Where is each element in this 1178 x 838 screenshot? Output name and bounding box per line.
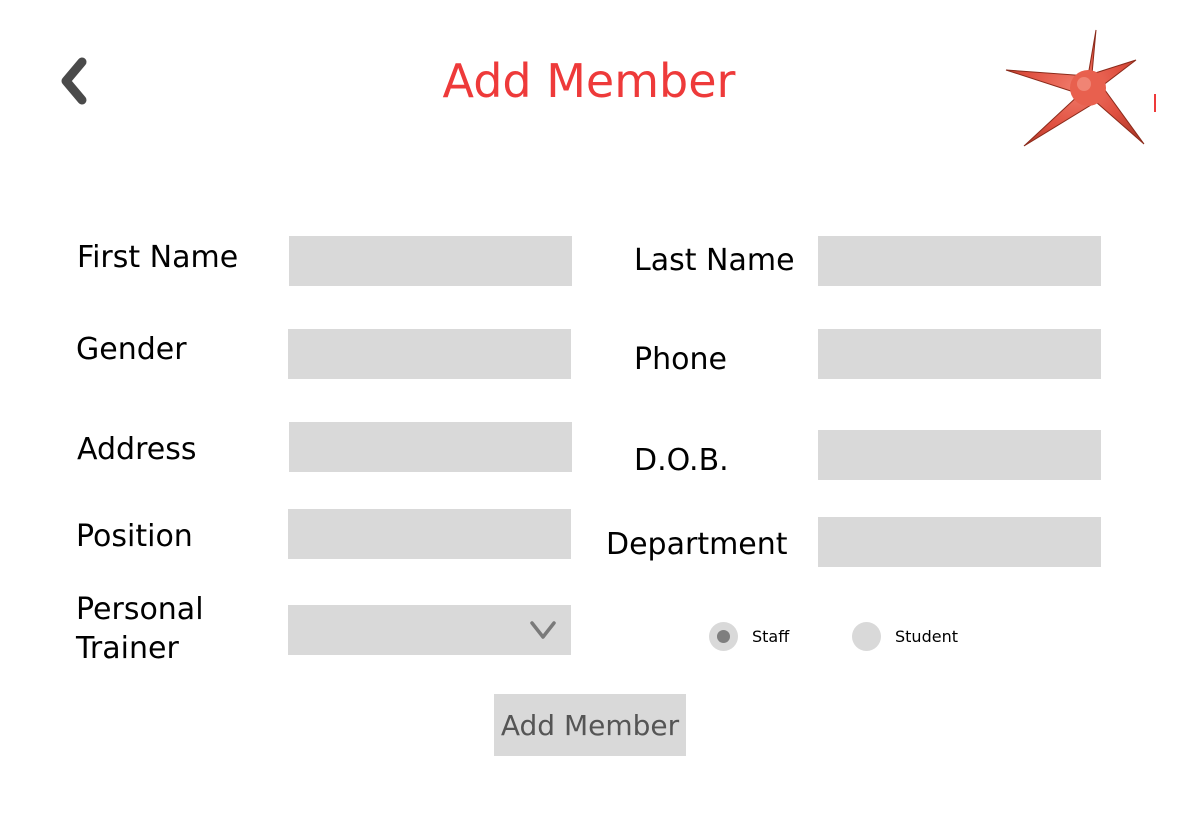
dob-input[interactable] (818, 430, 1101, 480)
radio-student-label: Student (895, 626, 958, 646)
radio-student[interactable]: Student (852, 622, 958, 651)
gender-label: Gender (76, 332, 187, 367)
add-member-button[interactable]: Add Member (494, 694, 686, 756)
last-name-input[interactable] (818, 236, 1101, 286)
address-input[interactable] (289, 422, 572, 472)
personal-trainer-select[interactable] (288, 605, 571, 655)
dob-label: D.O.B. (634, 443, 729, 478)
position-input[interactable] (288, 509, 571, 559)
personal-trainer-label-line2: Trainer (76, 631, 179, 666)
radio-student-circle[interactable] (852, 622, 881, 651)
first-name-input[interactable] (289, 236, 572, 286)
gender-input[interactable] (288, 329, 571, 379)
radio-staff-circle[interactable] (709, 622, 738, 651)
department-input[interactable] (818, 517, 1101, 567)
first-name-label: First Name (77, 240, 239, 275)
address-label: Address (77, 432, 197, 467)
personal-trainer-label-line1: Personal (76, 592, 204, 627)
radio-staff-label: Staff (752, 626, 790, 646)
page-title: Add Member (442, 54, 736, 108)
position-label: Position (76, 519, 193, 554)
last-name-label: Last Name (634, 243, 795, 278)
phone-label: Phone (634, 342, 727, 377)
red-star-logo (1004, 28, 1164, 152)
chevron-down-icon (530, 621, 556, 639)
radio-selected-dot (717, 630, 730, 643)
department-label: Department (606, 527, 788, 562)
radio-staff[interactable]: Staff (709, 622, 789, 651)
phone-input[interactable] (818, 329, 1101, 379)
